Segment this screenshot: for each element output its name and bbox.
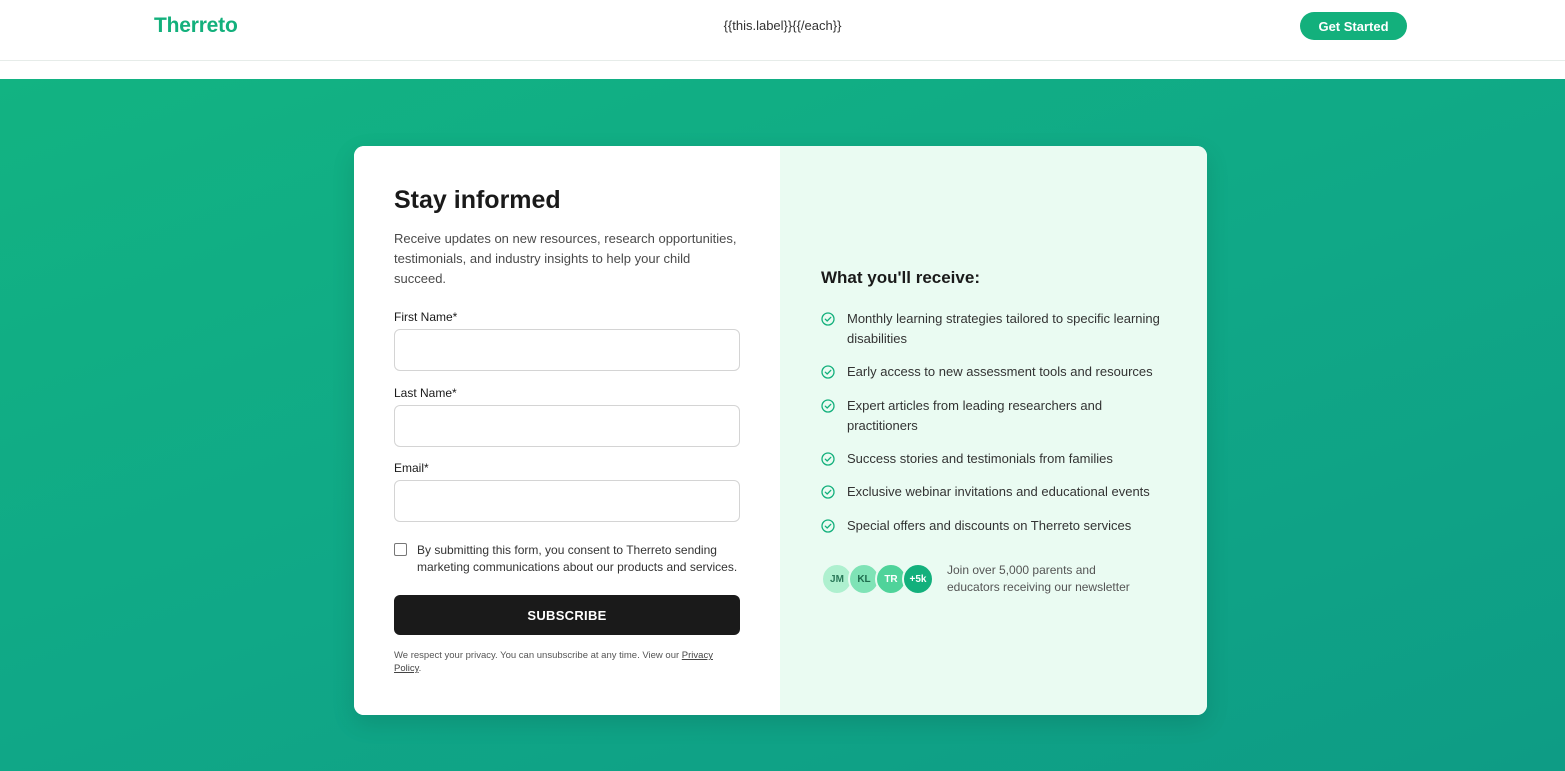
benefit-item: Expert articles from leading researchers…: [821, 396, 1171, 436]
last-name-label: Last Name*: [394, 386, 457, 400]
benefit-text: Early access to new assessment tools and…: [847, 364, 1153, 379]
first-name-label: First Name*: [394, 310, 458, 324]
consent-checkbox[interactable]: [394, 543, 407, 556]
signup-form: Stay informed Receive updates on new res…: [354, 146, 780, 715]
check-circle-icon: [821, 485, 835, 499]
form-title: Stay informed: [394, 186, 561, 214]
first-name-field[interactable]: [394, 329, 740, 371]
check-circle-icon: [821, 399, 835, 413]
social-proof-text: Join over 5,000 parents and educators re…: [947, 563, 1130, 594]
privacy-note: We respect your privacy. You can unsubsc…: [394, 649, 739, 675]
benefit-text: Monthly learning strategies tailored to …: [847, 311, 1160, 346]
last-name-field[interactable]: [394, 405, 740, 447]
subscribe-button[interactable]: SUBSCRIBE: [394, 595, 740, 635]
benefit-item: Special offers and discounts on Therreto…: [821, 516, 1171, 536]
benefit-text: Exclusive webinar invitations and educat…: [847, 484, 1150, 499]
benefits-panel: What you'll receive: Monthly learning st…: [780, 146, 1207, 715]
benefit-item: Success stories and testimonials from fa…: [821, 449, 1171, 469]
benefit-text: Expert articles from leading researchers…: [847, 398, 1103, 433]
benefit-item: Early access to new assessment tools and…: [821, 362, 1171, 382]
privacy-note-text: We respect your privacy. You can unsubsc…: [394, 650, 682, 661]
get-started-button[interactable]: Get Started: [1300, 12, 1407, 40]
newsletter-card: Stay informed Receive updates on new res…: [354, 146, 1207, 715]
check-circle-icon: [821, 519, 835, 533]
form-description: Receive updates on new resources, resear…: [394, 231, 737, 286]
check-circle-icon: [821, 312, 835, 326]
email-label: Email*: [394, 461, 429, 475]
avatar-more: +5k: [902, 563, 934, 595]
email-field[interactable]: [394, 480, 740, 522]
benefit-item: Exclusive webinar invitations and educat…: [821, 482, 1171, 502]
privacy-note-end: .: [418, 663, 422, 674]
benefit-item: Monthly learning strategies tailored to …: [821, 309, 1171, 349]
benefit-text: Special offers and discounts on Therreto…: [847, 518, 1132, 533]
check-circle-icon: [821, 365, 835, 379]
consent-text: By submitting this form, you consent to …: [417, 543, 738, 574]
benefit-text: Success stories and testimonials from fa…: [847, 451, 1113, 466]
check-circle-icon: [821, 452, 835, 466]
benefits-title: What you'll receive:: [821, 268, 980, 287]
navbar: Therreto {{this.label}}{{/each}} Get Sta…: [0, 0, 1565, 61]
avatar-group: JM KL TR +5k: [821, 563, 951, 595]
